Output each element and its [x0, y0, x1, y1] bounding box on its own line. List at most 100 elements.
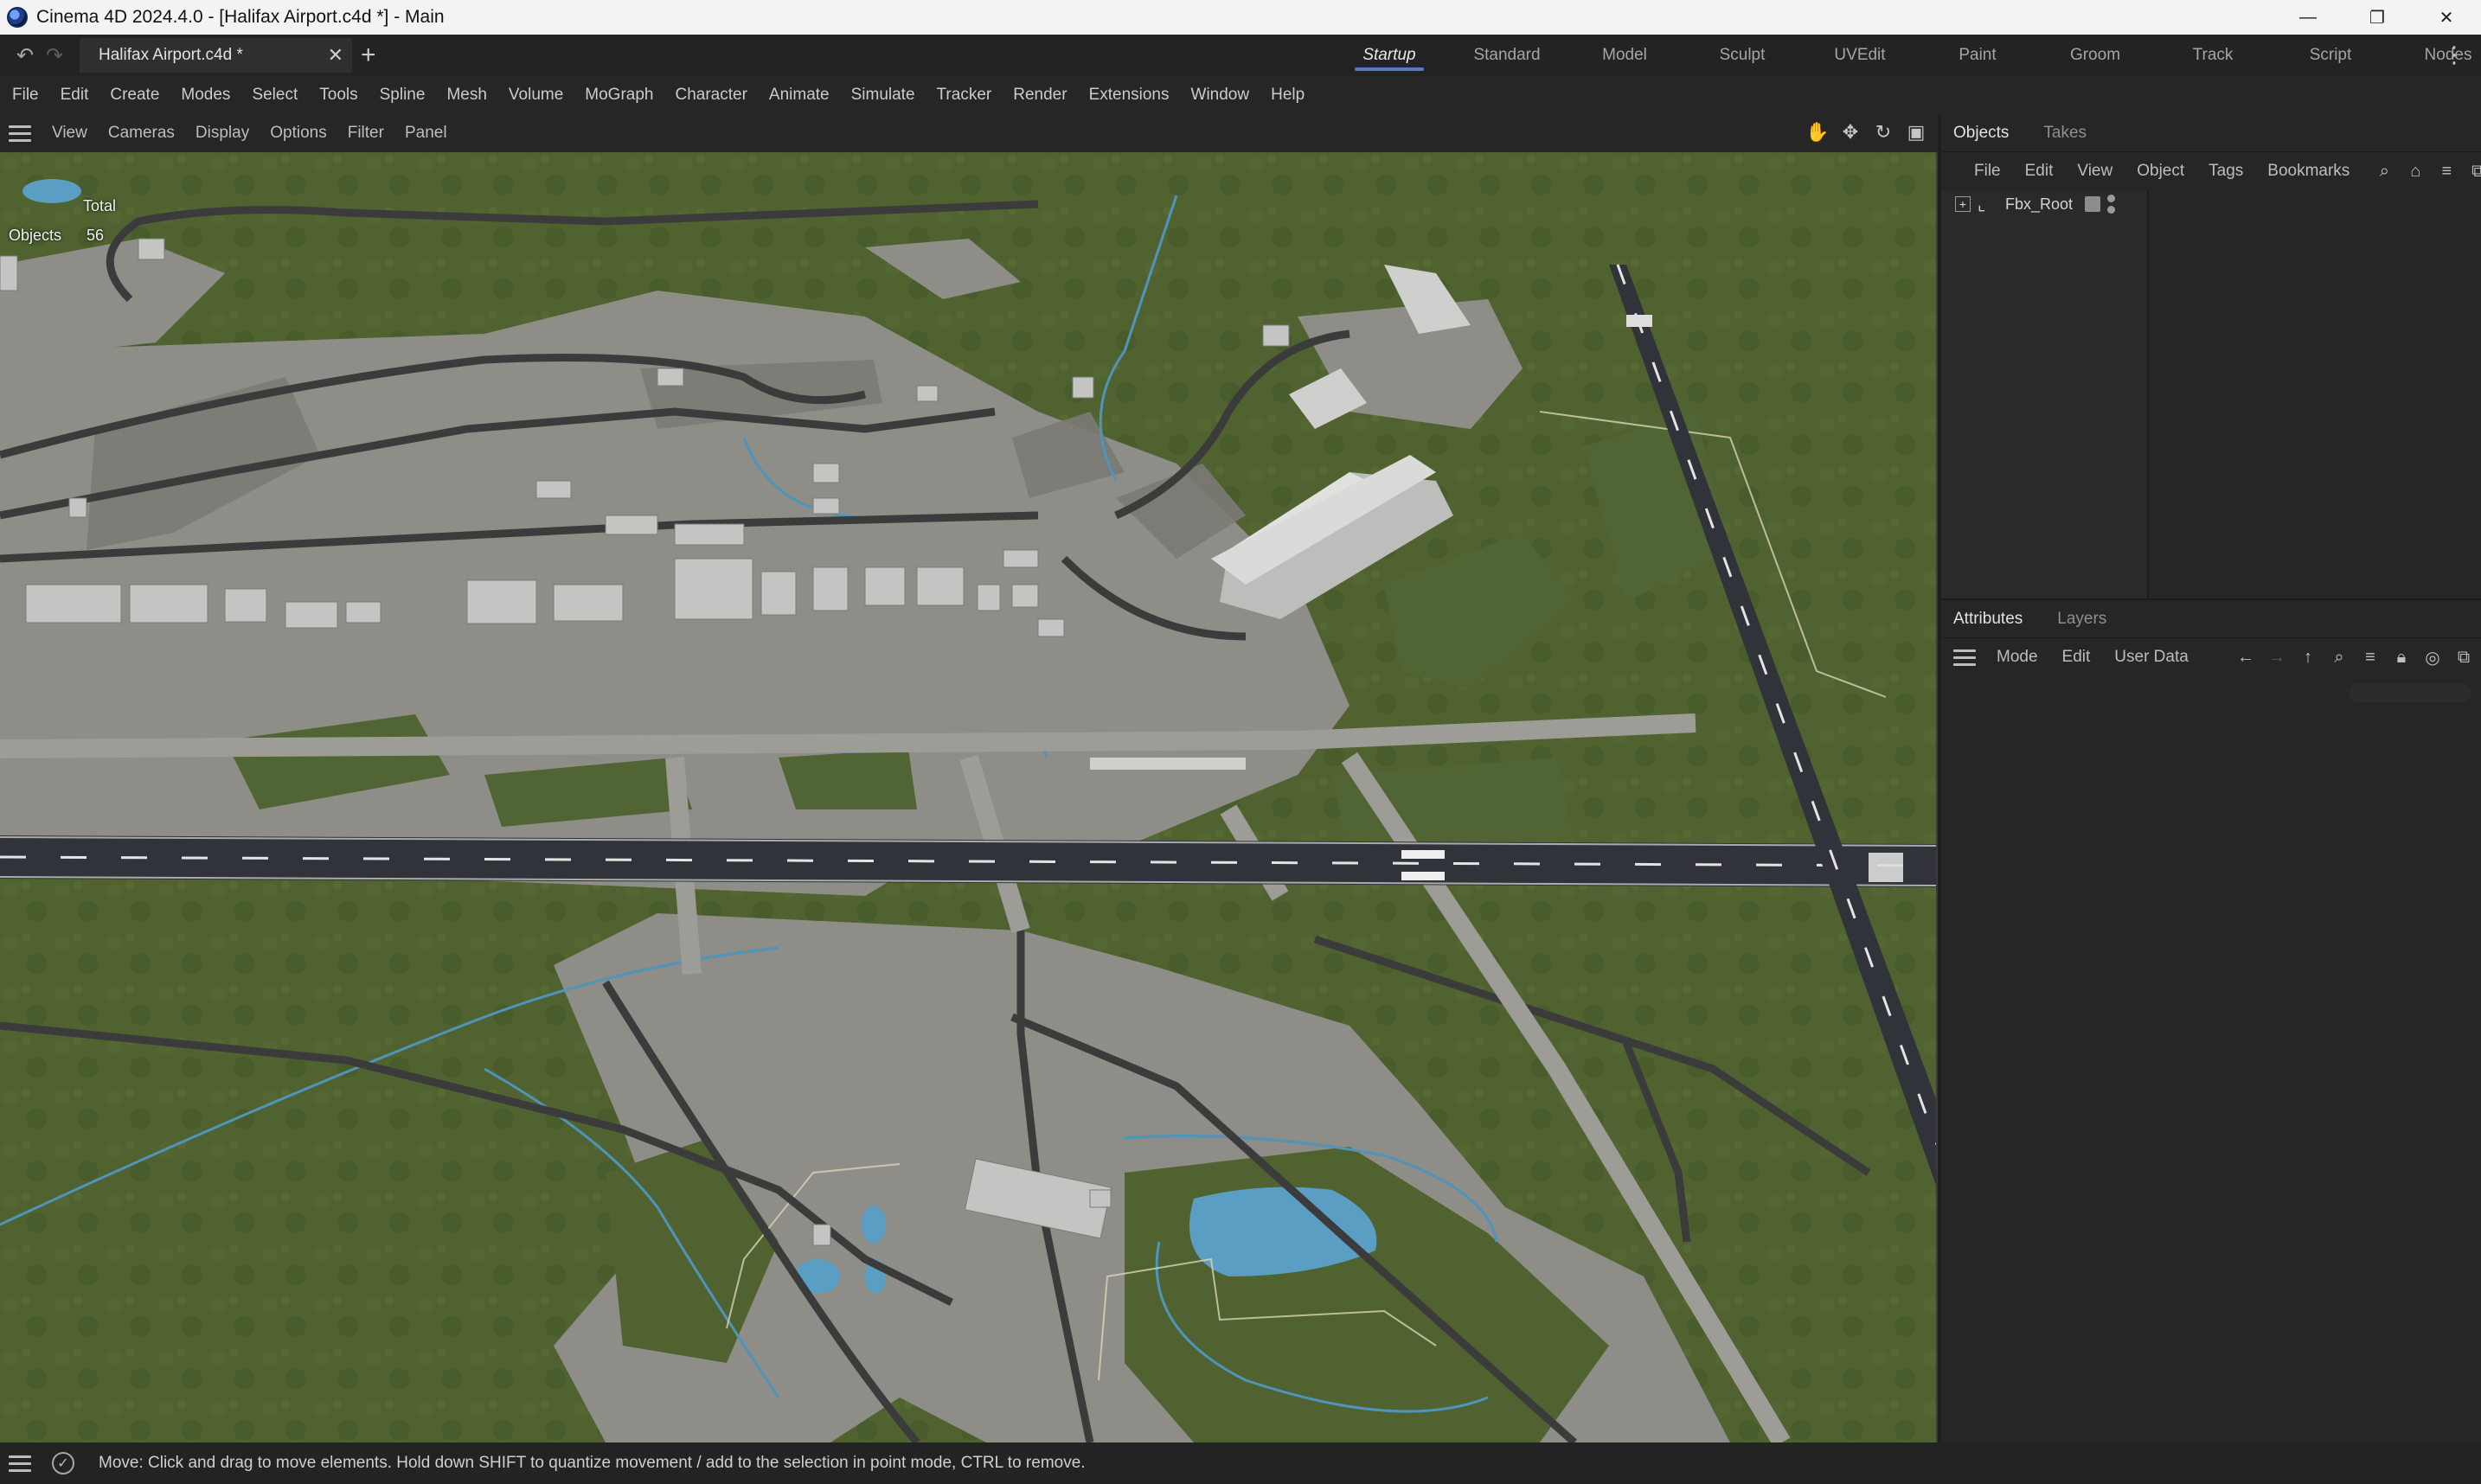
layout-switcher: Startup Standard Model Sculpt UVEdit Pai…: [1330, 35, 2481, 76]
menu-extensions[interactable]: Extensions: [1089, 86, 1170, 105]
objects-panel-tabs: Objects Takes: [1941, 114, 2481, 152]
airport-scene: [0, 152, 1936, 1442]
menu-render[interactable]: Render: [1013, 86, 1067, 105]
menu-tools[interactable]: Tools: [319, 86, 357, 105]
restore-button[interactable]: ❐: [2343, 0, 2412, 35]
menu-volume[interactable]: Volume: [509, 86, 563, 105]
menu-simulate[interactable]: Simulate: [851, 86, 915, 105]
attributes-menu-user-data[interactable]: User Data: [2114, 648, 2189, 667]
filter-icon[interactable]: ≡: [2360, 647, 2381, 668]
menu-tracker[interactable]: Tracker: [937, 86, 992, 105]
viewport-menu-cameras[interactable]: Cameras: [108, 124, 175, 143]
viewport-menu-panel[interactable]: Panel: [405, 124, 447, 143]
viewport-menu-options[interactable]: Options: [270, 124, 326, 143]
menu-animate[interactable]: Animate: [769, 86, 830, 105]
redo-icon[interactable]: ↷: [40, 41, 69, 70]
attributes-hamburger-icon[interactable]: [1953, 649, 1976, 666]
tab-objects[interactable]: Objects: [1953, 124, 2009, 143]
objects-menu-bookmarks[interactable]: Bookmarks: [2267, 162, 2350, 181]
dolly-icon[interactable]: ✥: [1839, 121, 1862, 144]
new-window-icon[interactable]: ⧉: [2467, 161, 2481, 182]
objects-panel-icons: ⌕ ⌂ ≡ ⧉: [2374, 161, 2481, 182]
attributes-panel-icons: ← → ↑ ⌕ ≡ 🔒︎ ◎ ⧉: [2235, 647, 2481, 668]
status-hamburger-icon[interactable]: [9, 1455, 31, 1472]
menu-file[interactable]: File: [12, 86, 39, 105]
viewport-menu-view[interactable]: View: [52, 124, 87, 143]
layout-paint[interactable]: Paint: [1919, 35, 2036, 76]
null-object-icon: ⌞: [1978, 195, 1986, 214]
search-icon[interactable]: ⌕: [2374, 161, 2394, 182]
status-check-icon: ✓: [52, 1452, 74, 1474]
back-arrow-icon[interactable]: ←: [2235, 647, 2256, 668]
tree-row-fbx-root[interactable]: + ⌞ Fbx_Root: [1941, 190, 2147, 218]
menu-create[interactable]: Create: [110, 86, 159, 105]
main-menu-bar: File Edit Create Modes Select Tools Spli…: [0, 76, 2481, 114]
tab-takes[interactable]: Takes: [2043, 124, 2087, 143]
viewport-menu-filter[interactable]: Filter: [348, 124, 384, 143]
menu-edit[interactable]: Edit: [61, 86, 89, 105]
undo-icon[interactable]: ↶: [10, 41, 40, 70]
filter-icon[interactable]: ≡: [2436, 161, 2457, 182]
rotate-view-icon[interactable]: ↻: [1872, 121, 1894, 144]
document-tab-label: Halifax Airport.c4d *: [99, 46, 243, 64]
objects-menu-tags[interactable]: Tags: [2209, 162, 2243, 181]
target-icon[interactable]: ◎: [2422, 647, 2443, 668]
viewport-hamburger-icon[interactable]: [9, 125, 31, 142]
menu-modes[interactable]: Modes: [181, 86, 230, 105]
layer-tag-icon[interactable]: [2085, 196, 2101, 212]
close-tab-icon[interactable]: ✕: [328, 44, 343, 67]
hud-objects-label: Objects: [9, 227, 62, 244]
window-controls: — ❐ ✕: [2273, 0, 2481, 35]
visibility-dots-icon[interactable]: [2107, 195, 2116, 214]
menu-help[interactable]: Help: [1271, 86, 1305, 105]
menu-mesh[interactable]: Mesh: [446, 86, 486, 105]
attributes-menu-mode[interactable]: Mode: [1997, 648, 2038, 667]
more-options-icon[interactable]: ⋮: [2443, 42, 2465, 68]
attributes-menu-edit[interactable]: Edit: [2062, 648, 2091, 667]
lock-icon[interactable]: 🔒︎: [2391, 647, 2412, 668]
object-name[interactable]: Fbx_Root: [2005, 195, 2073, 214]
search-icon[interactable]: ⌕: [2329, 647, 2350, 668]
attributes-search-field[interactable]: [2350, 683, 2471, 702]
up-arrow-icon[interactable]: ↑: [2298, 647, 2318, 668]
title-bar: Cinema 4D 2024.4.0 - [Halifax Airport.c4…: [0, 0, 2481, 35]
layout-standard[interactable]: Standard: [1448, 35, 1566, 76]
layout-sculpt[interactable]: Sculpt: [1683, 35, 1801, 76]
viewport-nav-icons: ✋ ✥ ↻ ▣: [1805, 121, 1927, 144]
close-window-button[interactable]: ✕: [2412, 0, 2481, 35]
objects-menu-view[interactable]: View: [2077, 162, 2112, 181]
viewport-menu-display[interactable]: Display: [196, 124, 249, 143]
menu-character[interactable]: Character: [675, 86, 747, 105]
minimize-button[interactable]: —: [2273, 0, 2343, 35]
cinema4d-logo-icon: [7, 7, 28, 28]
object-tree: + ⌞ Fbx_Root: [1941, 190, 2149, 598]
maximize-view-icon[interactable]: ▣: [1905, 121, 1927, 144]
layout-groom[interactable]: Groom: [2036, 35, 2154, 76]
home-icon[interactable]: ⌂: [2405, 161, 2426, 182]
document-tab[interactable]: Halifax Airport.c4d * ✕: [80, 38, 352, 73]
expand-icon[interactable]: +: [1955, 196, 1971, 212]
move-view-icon[interactable]: ✋: [1805, 121, 1829, 144]
layout-script[interactable]: Script: [2272, 35, 2389, 76]
menu-mograph[interactable]: MoGraph: [585, 86, 653, 105]
objects-menu-edit[interactable]: Edit: [2025, 162, 2054, 181]
menu-select[interactable]: Select: [252, 86, 298, 105]
new-window-icon[interactable]: ⧉: [2453, 647, 2474, 668]
menu-window[interactable]: Window: [1191, 86, 1250, 105]
objects-menu-object[interactable]: Object: [2137, 162, 2184, 181]
objects-panel: Objects Takes File Edit View Object Tags…: [1941, 114, 2481, 598]
tab-attributes[interactable]: Attributes: [1953, 610, 2023, 629]
status-bar: ✓ Move: Click and drag to move elements.…: [0, 1442, 2481, 1484]
forward-arrow-icon[interactable]: →: [2266, 647, 2287, 668]
3d-viewport[interactable]: Total Objects 56: [0, 152, 1938, 1442]
tab-layers[interactable]: Layers: [2057, 610, 2106, 629]
objects-menu-file[interactable]: File: [1974, 162, 2001, 181]
menu-spline[interactable]: Spline: [380, 86, 426, 105]
layout-uvedit[interactable]: UVEdit: [1801, 35, 1919, 76]
layout-track[interactable]: Track: [2154, 35, 2272, 76]
layout-nodes[interactable]: Nodes: [2389, 35, 2481, 76]
layout-startup[interactable]: Startup: [1330, 35, 1448, 76]
add-tab-button[interactable]: +: [361, 41, 376, 70]
layout-model[interactable]: Model: [1566, 35, 1683, 76]
attributes-panel-tabs: Attributes Layers: [1941, 600, 2481, 638]
